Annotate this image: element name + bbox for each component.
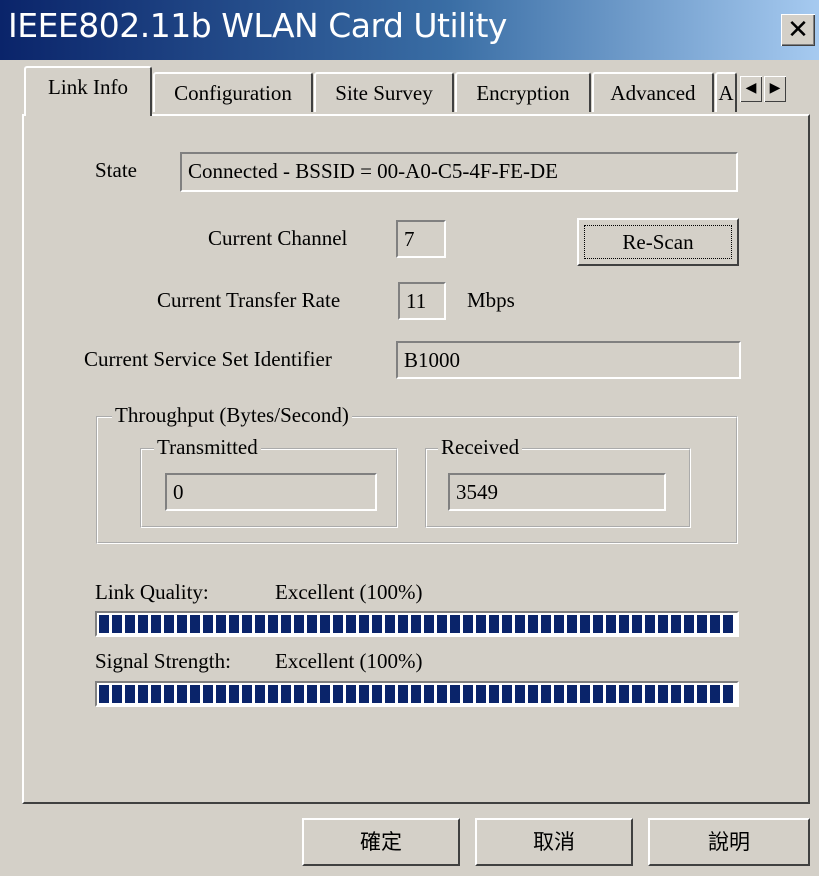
channel-label: Current Channel xyxy=(208,226,348,250)
ssid-label: Current Service Set Identifier xyxy=(84,347,332,371)
title-bar[interactable]: IEEE802.11b WLAN Card Utility ✕ xyxy=(0,0,819,60)
link-quality-bar-fill xyxy=(99,615,735,633)
transmitted-field: 0 xyxy=(165,473,377,511)
tab-label: A xyxy=(718,81,734,105)
link-quality-bar xyxy=(95,611,739,637)
arrow-right-icon: ▶ xyxy=(769,81,781,96)
tab-encryption[interactable]: Encryption xyxy=(455,72,591,112)
transfer-rate-label: Current Transfer Rate xyxy=(157,288,341,312)
ok-button-label: 確定 xyxy=(360,830,402,854)
close-icon: ✕ xyxy=(787,15,809,45)
tab-label: Advanced xyxy=(610,81,696,105)
signal-strength-bar-fill xyxy=(99,685,735,703)
tab-label: Encryption xyxy=(476,81,570,105)
transmitted-label: Transmitted xyxy=(154,435,261,460)
cancel-button-label: 取消 xyxy=(533,830,575,854)
rescan-button[interactable]: Re-Scan xyxy=(577,218,739,266)
arrow-left-icon: ◀ xyxy=(745,81,757,96)
signal-strength-value: Excellent (100%) xyxy=(275,649,423,673)
tab-link-info[interactable]: Link Info xyxy=(24,66,152,116)
tab-label: Site Survey xyxy=(335,81,433,105)
dialog-window: IEEE802.11b WLAN Card Utility ✕ Link Inf… xyxy=(0,0,819,876)
signal-strength-label: Signal Strength: xyxy=(95,649,231,673)
link-quality-label: Link Quality: xyxy=(95,580,209,604)
tab-advanced[interactable]: Advanced xyxy=(592,72,714,112)
help-button[interactable]: 說明 xyxy=(648,818,810,866)
close-button[interactable]: ✕ xyxy=(781,14,815,46)
received-field: 3549 xyxy=(448,473,666,511)
tab-configuration[interactable]: Configuration xyxy=(153,72,313,112)
signal-strength-bar xyxy=(95,681,739,707)
tab-site-survey[interactable]: Site Survey xyxy=(314,72,454,112)
channel-field: 7 xyxy=(396,220,446,258)
tab-scroll-right-button[interactable]: ▶ xyxy=(764,76,786,102)
state-label: State xyxy=(95,158,137,182)
window-title: IEEE802.11b WLAN Card Utility xyxy=(8,6,507,45)
tab-overflow[interactable]: A xyxy=(715,72,737,112)
cancel-button[interactable]: 取消 xyxy=(475,818,633,866)
ok-button[interactable]: 確定 xyxy=(302,818,460,866)
received-label: Received xyxy=(438,435,523,460)
transfer-rate-unit: Mbps xyxy=(467,288,515,312)
ssid-field: B1000 xyxy=(396,341,741,379)
tab-label: Configuration xyxy=(174,81,292,105)
rescan-button-label: Re-Scan xyxy=(622,230,694,254)
transfer-rate-field: 11 xyxy=(398,282,446,320)
state-field: Connected - BSSID = 00-A0-C5-4F-FE-DE xyxy=(180,152,738,192)
throughput-group-label: Throughput (Bytes/Second) xyxy=(112,403,352,428)
tab-label: Link Info xyxy=(48,75,128,99)
link-quality-value: Excellent (100%) xyxy=(275,580,423,604)
tab-scroll-left-button[interactable]: ◀ xyxy=(740,76,762,102)
help-button-label: 說明 xyxy=(708,830,750,854)
